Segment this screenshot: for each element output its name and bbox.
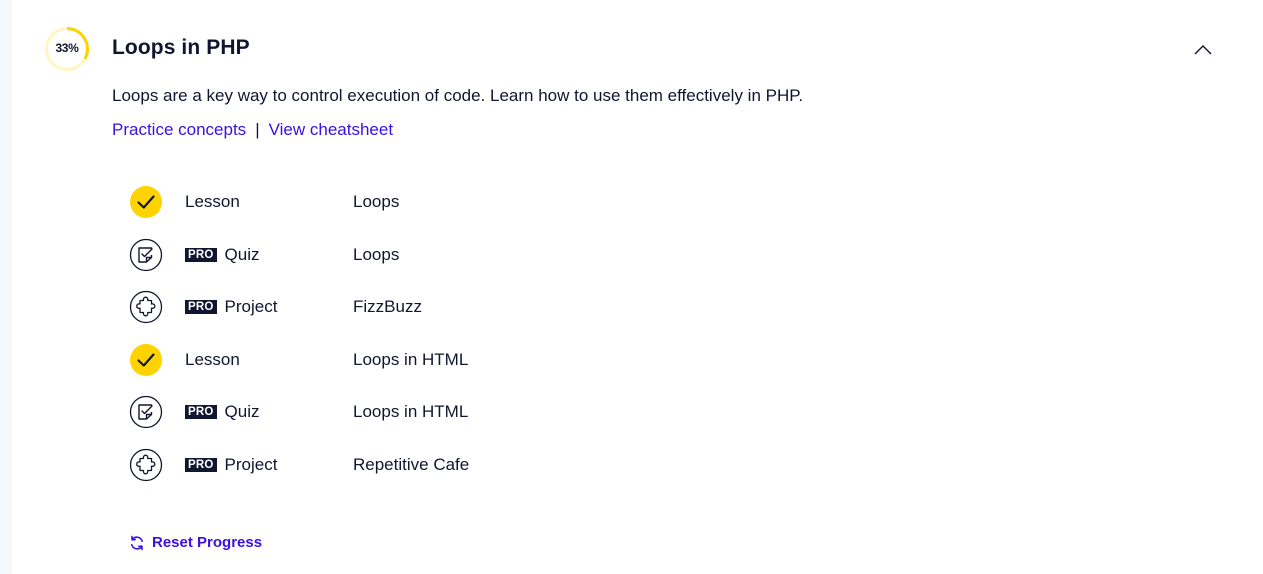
practice-concepts-link[interactable]: Practice concepts (112, 120, 246, 139)
link-separator: | (255, 120, 260, 139)
item-type: PRO Quiz (185, 402, 260, 422)
content-item[interactable]: PRO Quiz Loops (129, 227, 729, 280)
progress-percent: 33% (55, 41, 79, 55)
pro-badge: PRO (185, 405, 217, 420)
content-item[interactable]: PRO Quiz Loops in HTML (129, 384, 729, 437)
progress-ring: 33% (44, 26, 90, 72)
content-item[interactable]: Lesson Loops (129, 174, 729, 227)
content-items-list: Lesson Loops PRO Quiz Loops PRO Project FizzBuz… (129, 174, 729, 490)
content-item[interactable]: PRO Project Repetitive Cafe (129, 437, 729, 490)
content-item[interactable]: Lesson Loops in HTML (129, 332, 729, 385)
item-type: Lesson (185, 350, 240, 370)
view-cheatsheet-link[interactable]: View cheatsheet (269, 120, 393, 139)
module-card: 33% Loops in PHP Loops are a key way to … (12, 0, 1263, 574)
item-type-label: Lesson (185, 192, 240, 211)
item-name[interactable]: Loops (353, 245, 399, 265)
quiz-icon (129, 238, 163, 272)
item-name[interactable]: FizzBuzz (353, 297, 422, 317)
module-description: Loops are a key way to control execution… (112, 86, 804, 105)
item-name[interactable]: Repetitive Cafe (353, 455, 469, 475)
item-name[interactable]: Loops in HTML (353, 350, 468, 370)
item-type-label: Quiz (224, 402, 260, 422)
puzzle-icon (129, 448, 163, 482)
refresh-icon (131, 535, 143, 550)
quiz-icon (129, 395, 163, 429)
item-type: PRO Project (185, 455, 277, 475)
content-item[interactable]: PRO Project FizzBuzz (129, 279, 729, 332)
item-type: PRO Project (185, 297, 277, 317)
check-icon (129, 185, 163, 219)
item-type-label: Quiz (224, 244, 260, 264)
collapse-button[interactable] (1190, 36, 1216, 62)
pro-badge: PRO (185, 457, 217, 472)
item-type-label: Project (224, 454, 278, 474)
reset-progress-label: Reset Progress (152, 534, 263, 551)
item-type-label: Lesson (185, 349, 240, 369)
chevron-up-icon (1194, 44, 1212, 54)
item-name[interactable]: Loops (353, 192, 399, 212)
pro-badge: PRO (185, 300, 217, 315)
item-type: PRO Quiz (185, 245, 260, 265)
item-type: Lesson (185, 192, 240, 212)
check-icon (129, 343, 163, 377)
module-title: Loops in PHP (112, 36, 250, 59)
item-type-label: Project (224, 297, 278, 317)
puzzle-icon (129, 290, 163, 324)
module-links: Practice concepts | View cheatsheet (112, 120, 393, 140)
pro-badge: PRO (185, 247, 217, 262)
item-name[interactable]: Loops in HTML (353, 402, 468, 422)
reset-progress-button[interactable]: Reset Progress (129, 534, 262, 551)
